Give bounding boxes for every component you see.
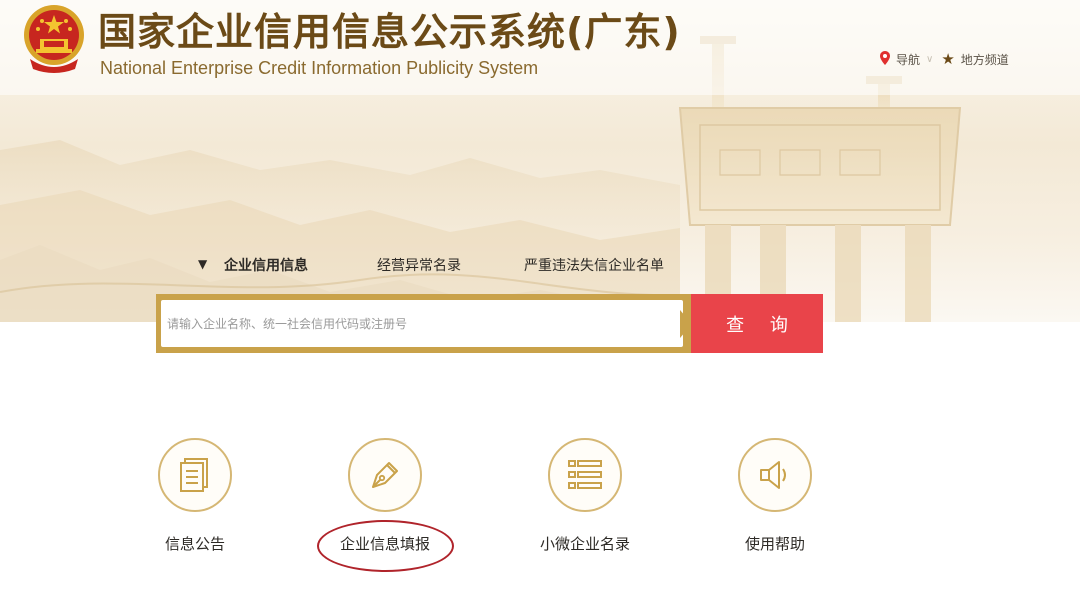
location-pin-icon xyxy=(880,50,896,68)
document-icon xyxy=(180,458,208,492)
search-input[interactable] xyxy=(161,300,683,347)
feature-circle[interactable] xyxy=(548,438,622,512)
feature-small-micro-enterprise-list[interactable]: 小微企业名录 xyxy=(505,438,665,554)
tab-serious-violation-list[interactable]: 严重违法失信企业名单 xyxy=(524,255,664,275)
caret-down-icon: ▼ xyxy=(198,257,208,271)
star-icon: ★ xyxy=(941,50,955,68)
feature-circle[interactable] xyxy=(348,438,422,512)
feature-label[interactable]: 信息公告 xyxy=(115,533,275,554)
chevron-down-icon[interactable]: ∨ xyxy=(926,54,933,65)
feature-info-announcement[interactable]: 信息公告 xyxy=(115,438,275,554)
search-button[interactable]: 查 询 xyxy=(691,294,823,353)
national-emblem-logo xyxy=(20,3,88,73)
tab-abnormal-operation-list[interactable]: 经营异常名录 xyxy=(377,255,461,275)
speaker-icon xyxy=(760,461,786,489)
regional-channel-link[interactable]: 地方频道 xyxy=(961,51,1009,68)
site-title: 国家企业信用信息公示系统(广东) xyxy=(98,10,681,54)
search-box xyxy=(156,294,691,353)
pen-icon xyxy=(372,462,398,488)
nav-link[interactable]: 导航 xyxy=(896,51,920,68)
site-subtitle-english: National Enterprise Credit Information P… xyxy=(100,58,539,78)
feature-circle[interactable] xyxy=(158,438,232,512)
highlight-annotation-circle xyxy=(317,520,454,572)
list-icon xyxy=(568,460,602,489)
feature-label[interactable]: 小微企业名录 xyxy=(505,533,665,554)
tab-enterprise-credit-info[interactable]: 企业信用信息 xyxy=(224,255,308,275)
feature-usage-help[interactable]: 使用帮助 xyxy=(695,438,855,554)
feature-label[interactable]: 使用帮助 xyxy=(695,533,855,554)
feature-circle[interactable] xyxy=(738,438,812,512)
top-navigation: 导航 ∨ ★ 地方频道 xyxy=(880,50,1009,68)
